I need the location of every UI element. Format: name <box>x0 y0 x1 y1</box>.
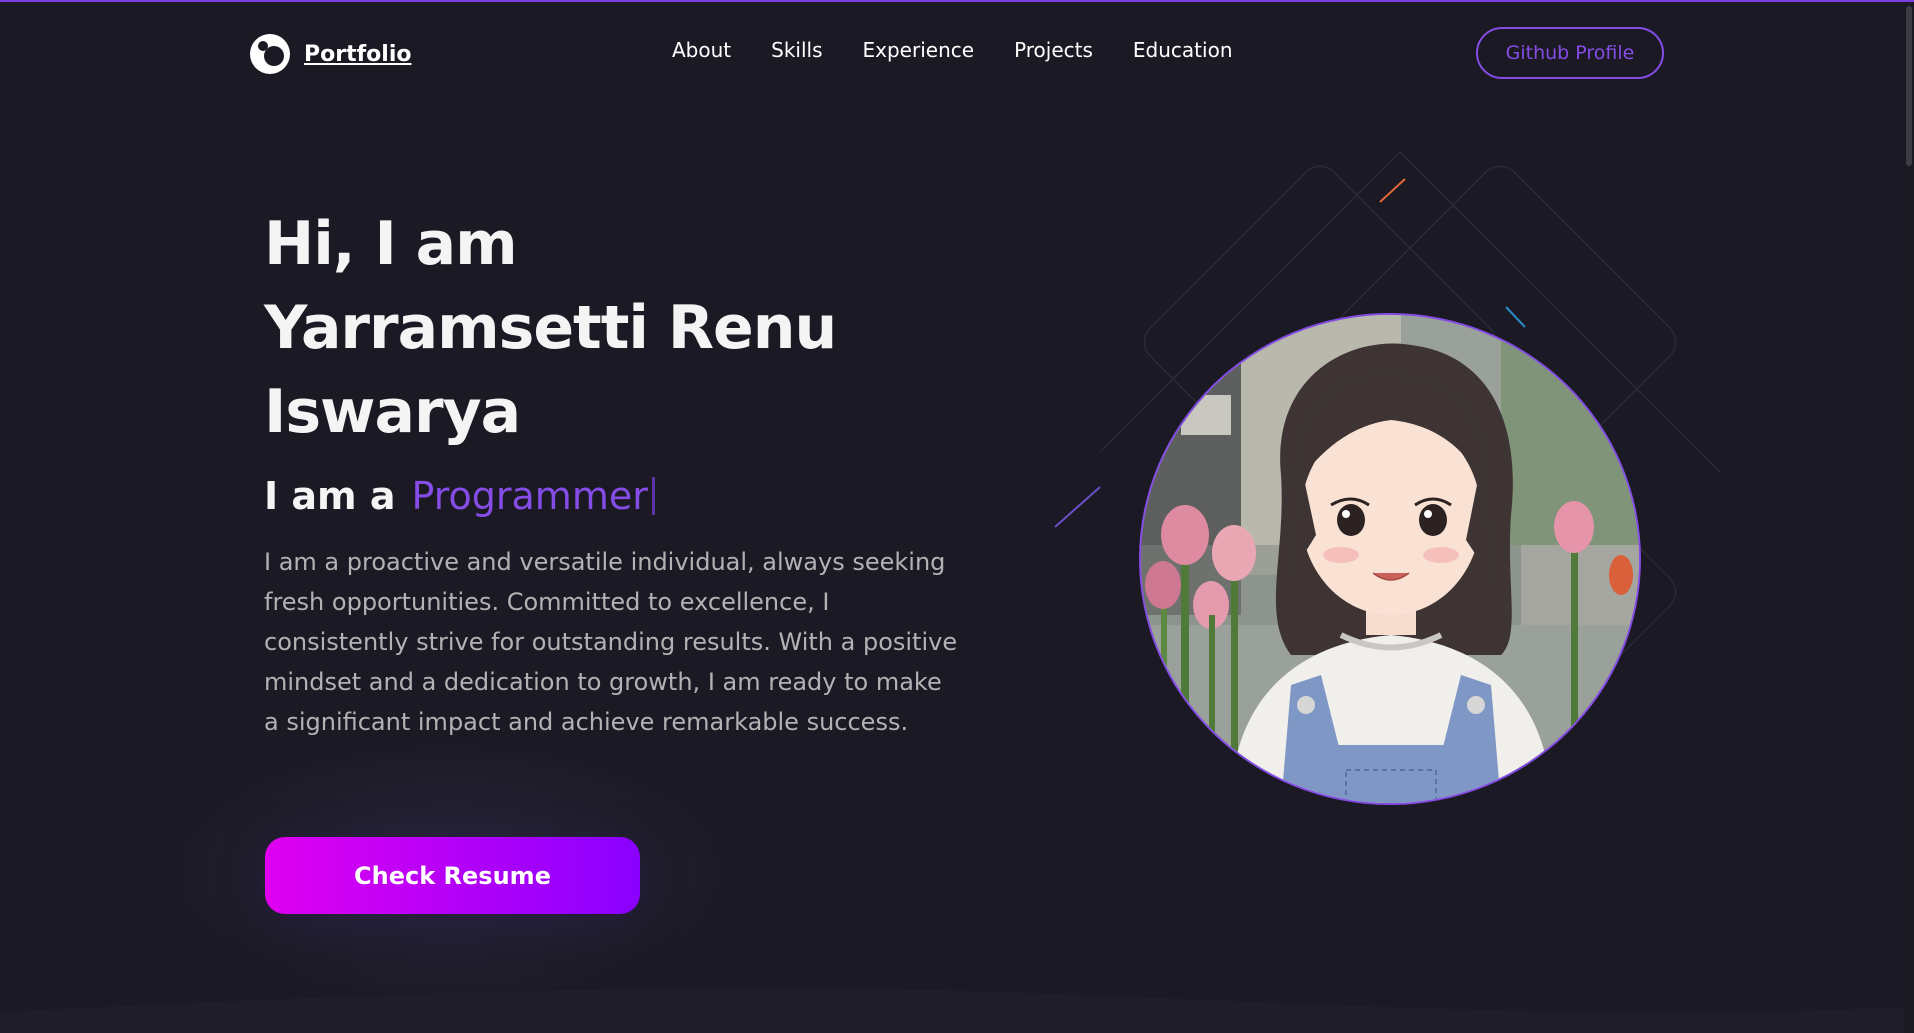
typing-cursor <box>651 477 655 515</box>
hero-title-name-line2: Iswarya <box>264 377 521 447</box>
nav-link-skills[interactable]: Skills <box>771 38 822 62</box>
hero-title-name-line1: Yarramsetti Renu <box>264 293 837 363</box>
check-resume-button[interactable]: Check Resume <box>265 837 640 914</box>
nav-link-education[interactable]: Education <box>1133 38 1233 62</box>
role-prefix: I am a <box>264 474 396 518</box>
hero-title-greeting: Hi, I am <box>264 209 518 279</box>
role-typewriter: Programmer <box>411 474 655 518</box>
role-line: I am a Programmer <box>264 474 655 518</box>
scrollbar-thumb[interactable] <box>1906 6 1912 166</box>
bottom-wave <box>0 988 1904 1033</box>
logo-text[interactable]: Portfolio <box>304 42 412 67</box>
page-scrollbar[interactable] <box>1904 2 1914 1033</box>
hero-title: Hi, I am Yarramsetti Renu Iswarya <box>264 202 904 454</box>
nav-link-about[interactable]: About <box>672 38 731 62</box>
portfolio-logo-icon <box>250 34 290 74</box>
hero-bio: I am a proactive and versatile individua… <box>264 548 958 736</box>
nav-link-experience[interactable]: Experience <box>863 38 975 62</box>
navbar: Portfolio About Skills Experience Projec… <box>0 2 1904 102</box>
nav-link-projects[interactable]: Projects <box>1014 38 1093 62</box>
page: Portfolio About Skills Experience Projec… <box>0 0 1914 1033</box>
nav-links: About Skills Experience Projects Educati… <box>672 38 1233 62</box>
logo-link[interactable]: Portfolio <box>248 32 412 76</box>
profile-avatar <box>1139 313 1641 805</box>
role-word: Programmer <box>411 474 648 518</box>
profile-avatar-illustration <box>1141 315 1639 803</box>
github-profile-button[interactable]: Github Profile <box>1476 27 1664 79</box>
